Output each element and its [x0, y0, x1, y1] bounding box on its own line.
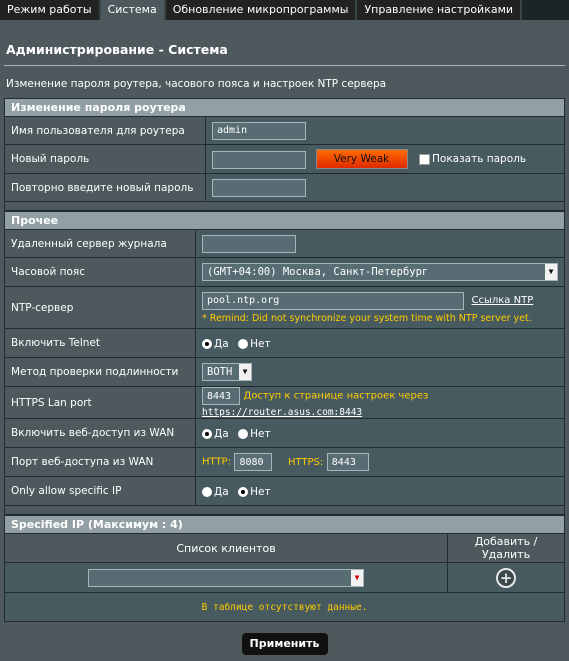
page-title: Администрирование - Система: [6, 42, 228, 57]
specified-ip-table: Specified IP (Максимум : 4) Список клиен…: [4, 515, 565, 622]
ntp-link[interactable]: Ссылка NTP: [472, 295, 534, 306]
auth-method-select[interactable]: BOTH ▼: [202, 363, 252, 381]
https-port-label: HTTPS:: [287, 456, 324, 468]
confirm-password-input[interactable]: [212, 178, 306, 197]
telnet-no-radio[interactable]: [238, 338, 249, 349]
tab-firmware-upgrade[interactable]: Обновление микропрограммы: [165, 0, 358, 20]
chevron-down-icon: ▼: [545, 264, 557, 280]
https-access-text: Доступ к странице настроек через: [243, 390, 429, 402]
log-server-input[interactable]: [202, 234, 296, 253]
wan-access-no-label: Нет: [250, 427, 271, 440]
telnet-yes-label: Да: [214, 337, 229, 350]
specific-ip-yes-label: Да: [214, 485, 229, 498]
client-list-select[interactable]: ▼: [88, 569, 364, 587]
tab-bar: Режим работы Система Обновление микропро…: [0, 0, 569, 20]
https-lan-port-label: HTTPS Lan port: [4, 386, 196, 419]
chevron-down-icon: ▼: [351, 570, 363, 586]
auth-method-label: Метод проверки подлинности: [4, 357, 196, 387]
ntp-server-input[interactable]: [202, 291, 464, 310]
specific-ip-no-radio[interactable]: [238, 486, 249, 497]
log-server-label: Удаленный сервер журнала: [4, 229, 196, 258]
section-header-password: Изменение пароля роутера: [4, 98, 565, 117]
auth-method-selected-value: BOTH: [207, 366, 233, 378]
tab-operation-mode[interactable]: Режим работы: [0, 0, 101, 20]
misc-table: Прочее Удаленный сервер журнала Часовой …: [4, 211, 565, 515]
specific-ip-label: Only allow specific IP: [4, 476, 196, 506]
https-access-link[interactable]: https://router.asus.com:8443: [202, 407, 362, 418]
ntp-remind-text: * Remind: Did not synchronize your syste…: [202, 312, 532, 324]
tab-bar-filler: [522, 0, 569, 20]
timezone-label: Часовой пояс: [4, 257, 196, 287]
section-header-specified-ip: Specified IP (Максимум : 4): [4, 515, 565, 534]
username-input[interactable]: [212, 121, 306, 140]
tab-system[interactable]: Система: [100, 0, 166, 20]
telnet-no-label: Нет: [250, 337, 271, 350]
show-password-checkbox[interactable]: [419, 153, 430, 165]
telnet-yes-radio[interactable]: [202, 338, 212, 349]
http-port-label: HTTP:: [202, 456, 231, 468]
no-data-text: В таблице отсутствуют данные.: [4, 592, 565, 622]
new-password-label: Новый пароль: [4, 144, 206, 174]
timezone-selected-value: (GMT+04:00) Москва, Санкт-Петербург: [207, 266, 429, 278]
ntp-server-label: NTP-сервер: [4, 286, 196, 329]
https-lan-port-input[interactable]: [202, 387, 240, 405]
timezone-select[interactable]: (GMT+04:00) Москва, Санкт-Петербург ▼: [202, 263, 558, 281]
wan-port-label: Порт веб-доступа из WAN: [4, 447, 196, 477]
specific-ip-yes-radio[interactable]: [202, 486, 212, 497]
password-strength-indicator: Very Weak: [315, 149, 408, 169]
http-port-input[interactable]: [234, 453, 273, 471]
wan-access-label: Включить веб-доступ из WAN: [4, 418, 196, 448]
section-header-misc: Прочее: [4, 211, 565, 230]
wan-access-no-radio[interactable]: [238, 428, 249, 439]
show-password-label: Показать пароль: [432, 153, 527, 165]
col-header-add-delete: Добавить / Удалить: [447, 533, 565, 563]
wan-access-yes-radio[interactable]: [202, 428, 212, 439]
wan-access-yes-label: Да: [214, 427, 229, 440]
apply-button[interactable]: Применить: [240, 632, 329, 656]
username-label: Имя пользователя для роутера: [4, 116, 206, 145]
confirm-password-label: Повторно введите новый пароль: [4, 173, 206, 202]
chevron-down-icon: ▼: [239, 364, 251, 380]
page-description: Изменение пароля роутера, часового пояса…: [6, 78, 387, 90]
tab-settings-management[interactable]: Управление настройками: [357, 0, 523, 20]
https-port-input[interactable]: [326, 453, 369, 471]
password-table: Изменение пароля роутера Имя пользовател…: [4, 98, 565, 211]
col-header-clients: Список клиентов: [4, 533, 448, 563]
new-password-input[interactable]: [212, 150, 306, 169]
add-icon[interactable]: +: [496, 567, 516, 588]
specific-ip-no-label: Нет: [250, 485, 271, 498]
main-content: Администрирование - Система Изменение па…: [0, 20, 569, 656]
telnet-label: Включить Telnet: [4, 328, 196, 358]
